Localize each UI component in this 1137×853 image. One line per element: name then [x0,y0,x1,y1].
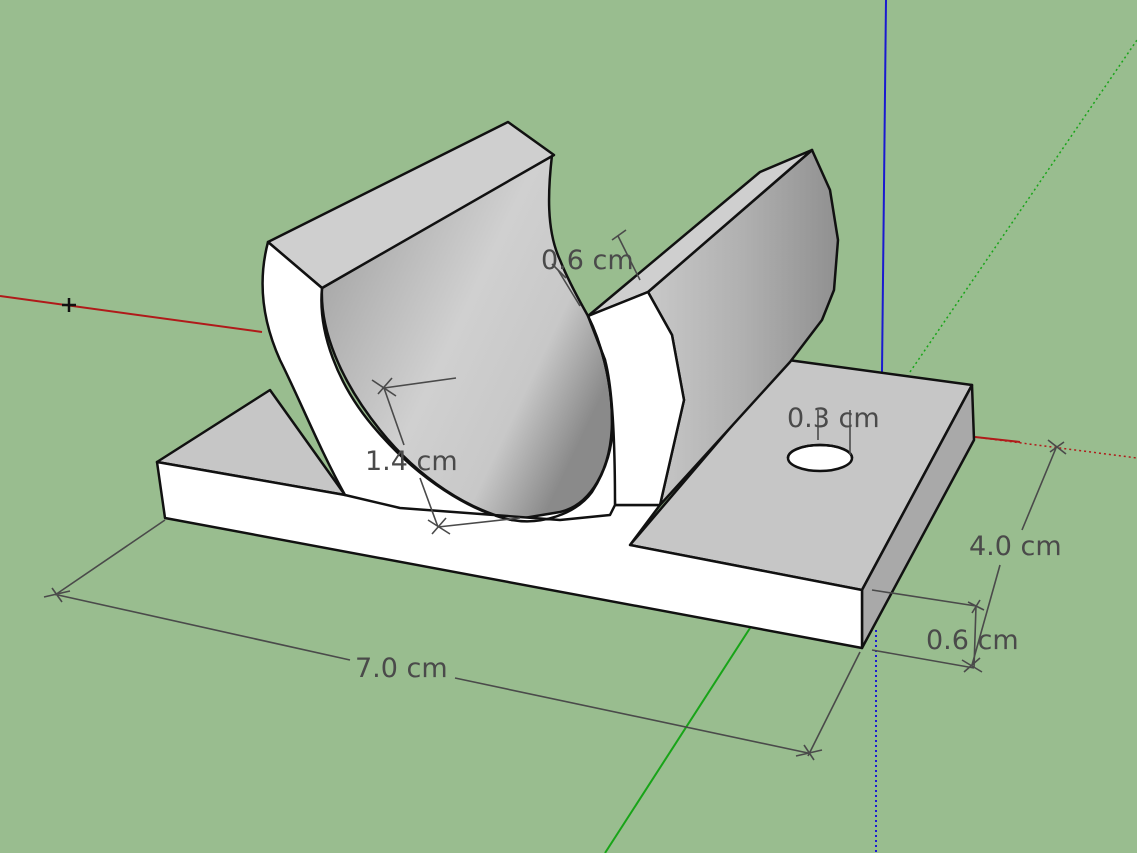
dimension-label-inner-radius[interactable]: 1.4 cm [365,448,458,475]
green-axis-hidden [909,39,1137,373]
green-axis [604,624,753,853]
red-axis [0,295,263,333]
blue-axis [881,0,887,373]
dimension-label-base-thickness[interactable]: 0.6 cm [926,627,1019,654]
dimension-label-wall-thickness[interactable]: 0.6 cm [541,247,634,274]
dimension-label-base-length[interactable]: 7.0 cm [355,655,448,682]
modeling-viewport[interactable]: 0.6 cm 0.3 cm 1.4 cm 4.0 cm 0.6 cm 7.0 c… [0,0,1137,853]
dimension-label-base-width[interactable]: 4.0 cm [969,533,1062,560]
scene-canvas[interactable] [0,0,1137,853]
bracket-model[interactable] [155,120,976,650]
origin-cross-icon [62,298,76,312]
red-axis-near [974,436,1021,443]
dimension-label-hole-diameter[interactable]: 0.3 cm [787,405,880,432]
